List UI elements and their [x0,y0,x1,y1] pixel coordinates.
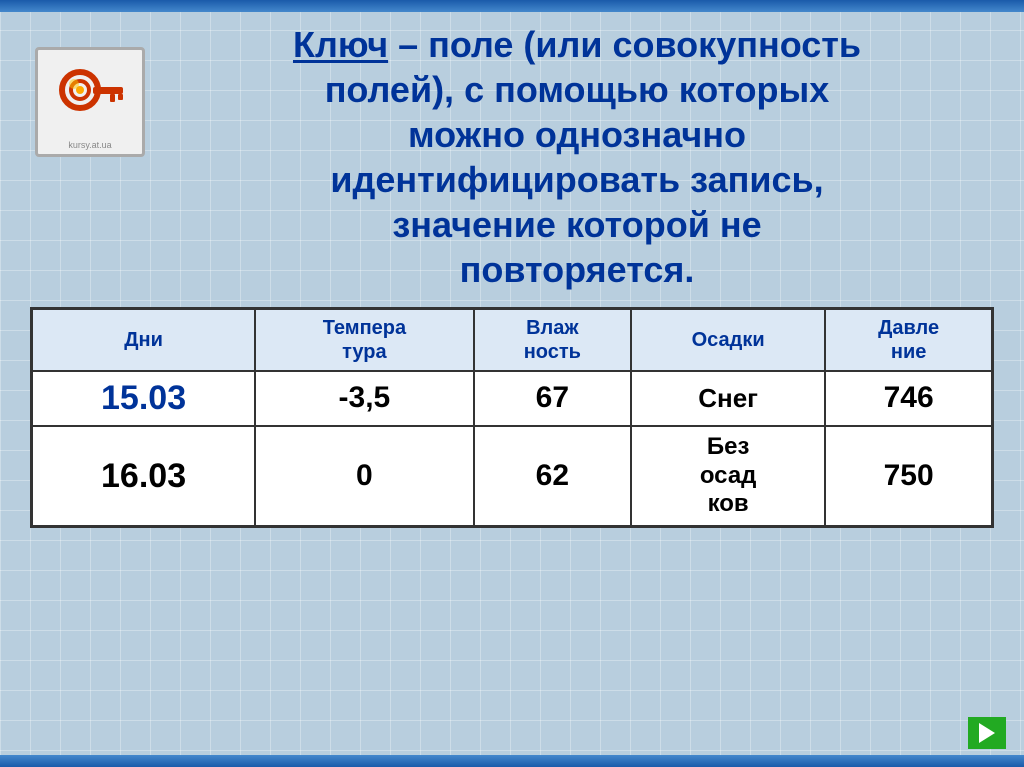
keyword: Ключ [293,24,388,65]
col-header-temp: Температура [255,309,474,372]
title-line4: идентифицировать запись, [330,159,823,200]
cell-temp-1: -3,5 [255,371,474,426]
title-line2: полей), с помощью которых [325,69,830,110]
title-line3: можно однозначно [408,114,746,155]
weather-table: Дни Температура Влажность Осадки Давлени… [30,307,994,528]
col-header-precip: Осадки [631,309,825,372]
cell-pressure-1: 746 [825,371,992,426]
table-row: 15.03 -3,5 67 Снег 746 [32,371,993,426]
next-button[interactable] [968,717,1006,749]
cell-humidity-2: 62 [474,426,631,527]
col-header-humidity: Влажность [474,309,631,372]
main-title: Ключ – поле (или совокупность полей), с … [293,22,861,292]
title-line5: значение которой не [392,204,761,245]
cell-precip-2: Безосадков [631,426,825,527]
title-line6: повторяется. [460,249,695,290]
table-header-row: Дни Температура Влажность Осадки Давлени… [32,309,993,372]
title-text-block: Ключ – поле (или совокупность полей), с … [160,22,994,292]
cell-day-2: 16.03 [32,426,256,527]
top-bar [0,0,1024,12]
key-icon: kursy.at.ua [35,47,145,157]
cell-precip-1: Снег [631,371,825,426]
col-header-pressure: Давление [825,309,992,372]
key-svg [50,62,130,142]
cell-temp-2: 0 [255,426,474,527]
title-line1-rest: – поле (или совокупность [388,24,861,65]
cell-pressure-2: 750 [825,426,992,527]
table-row: 16.03 0 62 Безосадков 750 [32,426,993,527]
cell-humidity-1: 67 [474,371,631,426]
key-image-container: kursy.at.ua [30,42,150,162]
col-header-days: Дни [32,309,256,372]
main-content: kursy.at.ua Ключ – поле (или совокупност… [0,12,1024,755]
bottom-bar [0,755,1024,767]
title-block: kursy.at.ua Ключ – поле (или совокупност… [30,22,994,292]
image-watermark: kursy.at.ua [68,140,111,150]
cell-day-1: 15.03 [32,371,256,426]
